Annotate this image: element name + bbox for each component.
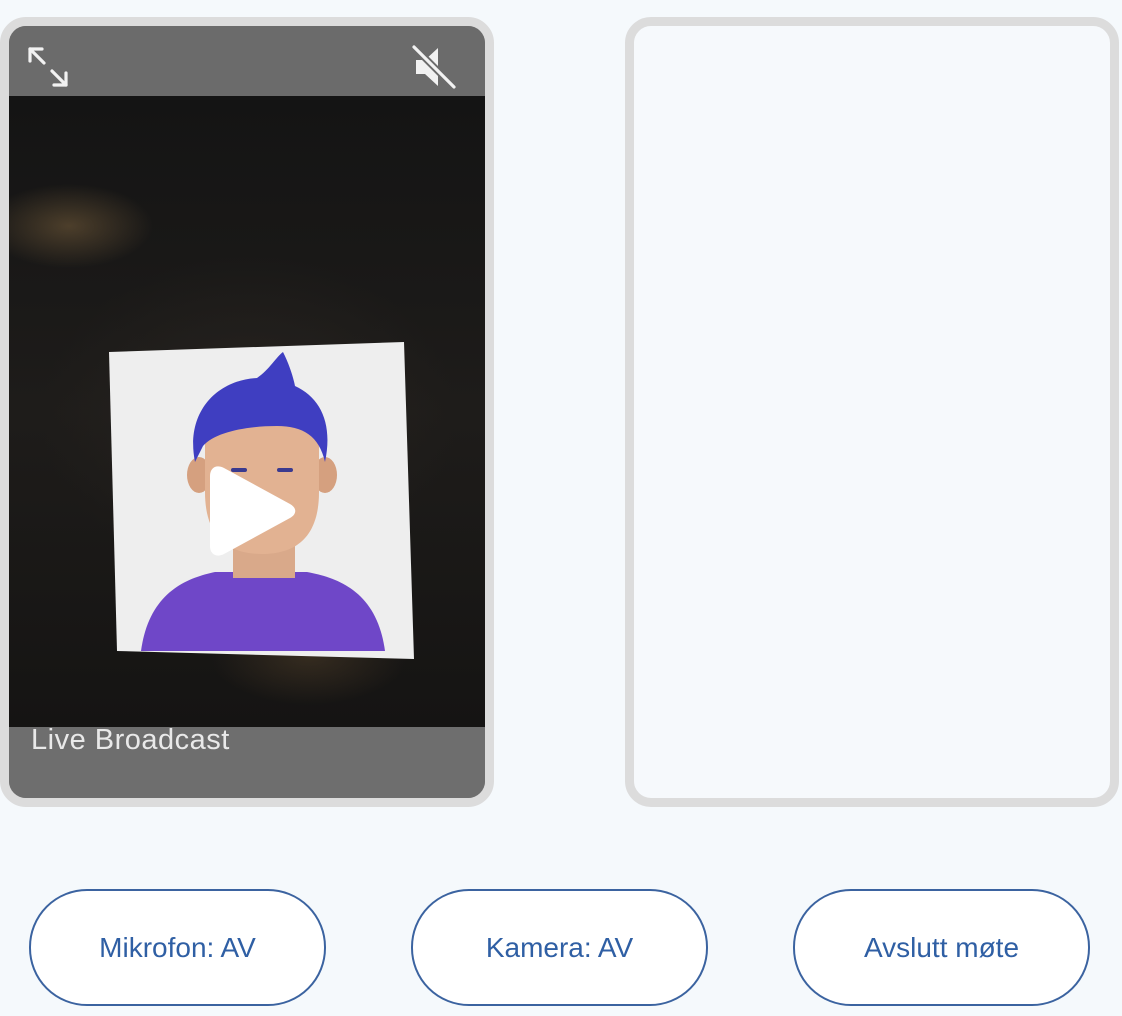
end-meeting-button[interactable]: Avslutt møte	[793, 889, 1090, 1006]
stream-caption: Live Broadcast	[31, 724, 230, 756]
remote-video-tile	[625, 17, 1119, 807]
video-stream	[9, 96, 485, 727]
expand-icon[interactable]	[24, 43, 72, 91]
microphone-toggle-button[interactable]: Mikrofon: AV	[29, 889, 326, 1006]
play-icon[interactable]	[196, 456, 306, 566]
local-video-tile: Live Broadcast	[0, 17, 494, 807]
speaker-muted-icon[interactable]	[410, 43, 458, 91]
camera-toggle-button[interactable]: Kamera: AV	[411, 889, 708, 1006]
video-top-bar	[9, 26, 485, 96]
